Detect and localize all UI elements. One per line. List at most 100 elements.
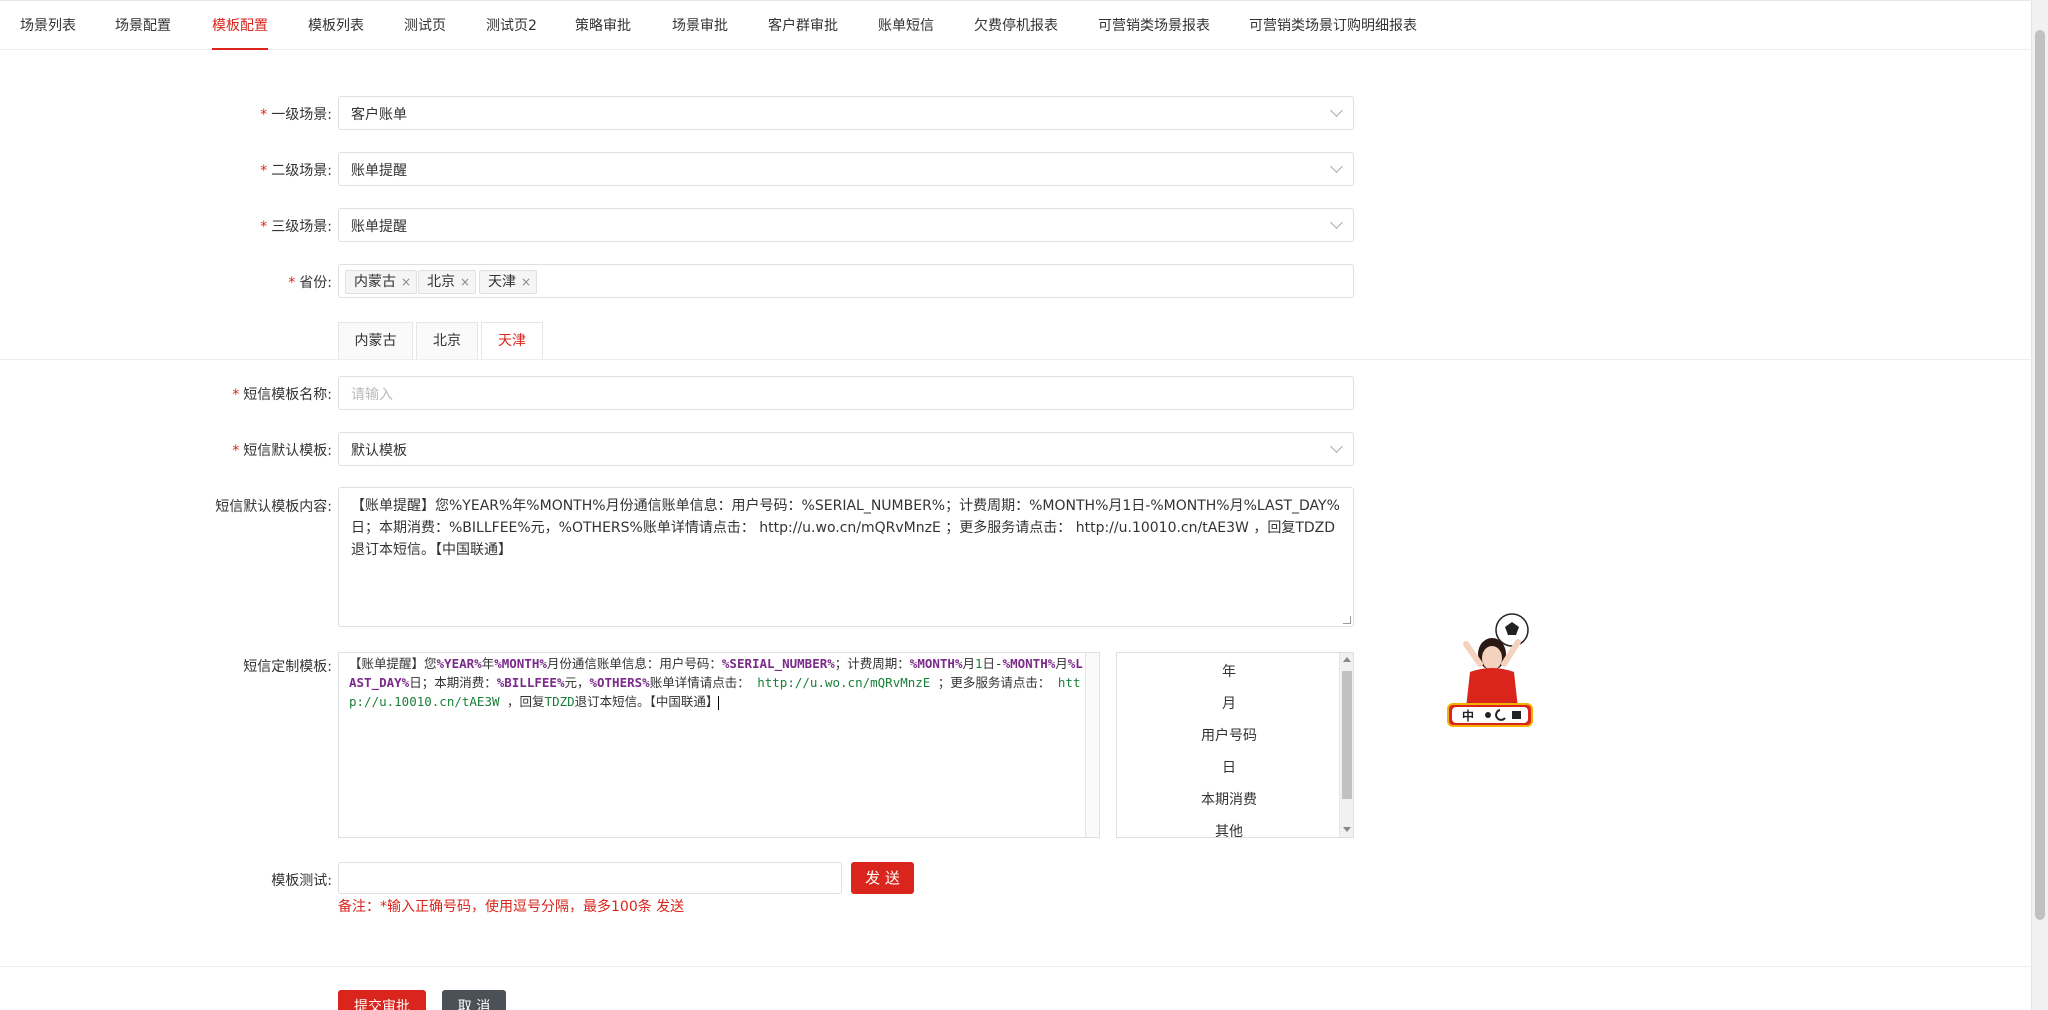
- close-icon[interactable]: ×: [460, 271, 470, 293]
- custom-template-label: 短信定制模板:: [243, 659, 332, 675]
- template-segment: ；计费周期：: [834, 656, 910, 671]
- close-icon[interactable]: ×: [521, 271, 531, 293]
- template-segment: 日；本期消费：: [409, 675, 497, 690]
- template-segment: ；更多服务请点击：: [930, 675, 1058, 690]
- sms-name-input[interactable]: 请输入: [338, 376, 1354, 410]
- tab-template-list[interactable]: 模板列表: [308, 15, 364, 35]
- tab-marketing-scene-report[interactable]: 可营销类场景报表: [1098, 15, 1210, 35]
- chevron-down-icon: [1330, 104, 1343, 117]
- province-tab-tianjin[interactable]: 天津: [481, 322, 543, 360]
- variable-list: 年 月 用户号码 日 本期消费 其他: [1116, 652, 1354, 838]
- chevron-down-icon: [1330, 440, 1343, 453]
- custom-template-editor[interactable]: 【账单提醒】您%YEAR%年%MONTH%月份通信账单信息：用户号码：%SERI…: [338, 652, 1100, 838]
- template-segment: http://u.wo.cn/mQRvMnzE: [757, 675, 931, 690]
- variable-item-month[interactable]: 月: [1117, 693, 1341, 713]
- test-phone-input[interactable]: [338, 862, 842, 894]
- page-scrollbar[interactable]: [2031, 0, 2048, 1010]
- province-multiselect[interactable]: 内蒙古 × 北京 × 天津 ×: [338, 264, 1354, 298]
- face: [1482, 646, 1502, 670]
- template-segment: %BILLFEE%: [496, 675, 565, 690]
- template-segment: %MONTH%: [494, 656, 547, 671]
- template-segment: %MONTH%: [909, 656, 963, 671]
- sms-name-placeholder: 请输入: [351, 387, 393, 403]
- resize-grip-icon[interactable]: [1343, 616, 1351, 624]
- tab-arrears-report[interactable]: 欠费停机报表: [974, 15, 1058, 35]
- tab-bill-sms[interactable]: 账单短信: [878, 15, 934, 35]
- tab-scene-config[interactable]: 场景配置: [115, 15, 171, 35]
- tab-test-page-2[interactable]: 测试页2: [486, 15, 537, 35]
- editor-scrollbar[interactable]: [1085, 653, 1099, 837]
- scene2-select[interactable]: 账单提醒: [338, 152, 1354, 186]
- template-segment: 年: [481, 656, 495, 671]
- sms-default-select[interactable]: 默认模板: [338, 432, 1354, 466]
- tab-customer-group-approval[interactable]: 客户群审批: [768, 15, 838, 35]
- sms-default-label: * 短信默认模板:: [232, 443, 332, 459]
- template-segment: 【账单提醒】您: [349, 656, 437, 671]
- province-tag: 北京 ×: [418, 270, 476, 294]
- text-cursor: [718, 695, 720, 710]
- scroll-up-icon[interactable]: [1343, 657, 1351, 662]
- template-segment: 月: [962, 656, 975, 671]
- active-tab-indicator: [212, 48, 268, 50]
- close-icon[interactable]: ×: [401, 271, 411, 293]
- test-note: 备注：*输入正确号码，使用逗号分隔，最多100条 发送: [338, 899, 685, 915]
- scene2-value: 账单提醒: [351, 163, 407, 179]
- template-segment: 元，: [564, 675, 590, 690]
- scroll-down-icon[interactable]: [1343, 827, 1351, 832]
- tab-scene-approval[interactable]: 场景审批: [672, 15, 728, 35]
- cancel-button[interactable]: 取 消: [442, 990, 506, 1010]
- province-tab-beijing[interactable]: 北京: [416, 322, 478, 360]
- variable-list-scrollbar-thumb[interactable]: [1342, 671, 1352, 799]
- scene2-label: * 二级场景:: [260, 163, 332, 179]
- tab-strategy-approval[interactable]: 策略审批: [575, 15, 631, 35]
- scene3-value: 账单提醒: [351, 219, 407, 235]
- red-jersey: [1466, 668, 1518, 708]
- scene3-label: * 三级场景:: [260, 219, 332, 235]
- svg-text:中: 中: [1462, 708, 1474, 723]
- chevron-down-icon: [1330, 216, 1343, 229]
- test-label: 模板测试:: [271, 873, 332, 889]
- template-segment: 日-: [982, 656, 1003, 671]
- province-label: * 省份:: [288, 275, 332, 291]
- tabs-divider: [0, 359, 2030, 360]
- template-segment: 1: [975, 656, 983, 671]
- top-nav: 场景列表 场景配置 模板配置 模板列表 测试页 测试页2 策略审批 场景审批 客…: [0, 0, 2030, 50]
- tab-marketing-order-report[interactable]: 可营销类场景订购明细报表: [1249, 15, 1417, 35]
- send-button[interactable]: 发 送: [851, 862, 914, 894]
- custom-template-text[interactable]: 【账单提醒】您%YEAR%年%MONTH%月份通信账单信息：用户号码：%SERI…: [349, 654, 1085, 711]
- scene1-value: 客户账单: [351, 107, 407, 123]
- tab-template-config[interactable]: 模板配置: [212, 15, 268, 35]
- template-segment: TDZD: [544, 694, 575, 709]
- mascot-sticker: 中: [1447, 613, 1533, 727]
- template-segment: 退订本短信。【中国联通】: [574, 694, 719, 709]
- variable-item-user-number[interactable]: 用户号码: [1117, 725, 1341, 745]
- submit-approval-button[interactable]: 提交审批: [338, 990, 426, 1010]
- tab-test-page[interactable]: 测试页: [404, 15, 446, 35]
- variable-item-others[interactable]: 其他: [1117, 821, 1341, 837]
- page-scrollbar-thumb[interactable]: [2035, 30, 2045, 920]
- template-segment: %SERIAL_NUMBER%: [721, 656, 835, 671]
- scene1-select[interactable]: 客户账单: [338, 96, 1354, 130]
- variable-item-year[interactable]: 年: [1117, 661, 1341, 681]
- province-tab-neimenggu[interactable]: 内蒙古: [338, 322, 413, 360]
- scene1-label: * 一级场景:: [260, 107, 332, 123]
- template-segment: %OTHERS%: [589, 675, 650, 690]
- sms-default-content-label: 短信默认模板内容:: [215, 499, 332, 515]
- template-segment: ，回复: [499, 694, 545, 709]
- template-segment: 月: [1055, 656, 1068, 671]
- province-tag: 内蒙古 ×: [345, 270, 417, 294]
- template-segment: 月份通信账单信息：用户号码：: [546, 656, 722, 671]
- province-tag: 天津 ×: [479, 270, 537, 294]
- sms-default-value: 默认模板: [351, 443, 407, 459]
- chevron-down-icon: [1330, 160, 1343, 173]
- variable-item-bill-fee[interactable]: 本期消费: [1117, 789, 1341, 809]
- sms-name-label: * 短信模板名称:: [232, 387, 332, 403]
- scene3-select[interactable]: 账单提醒: [338, 208, 1354, 242]
- footer-divider: [0, 966, 2030, 967]
- sms-default-content-textarea[interactable]: 【账单提醒】您%YEAR%年%MONTH%月份通信账单信息：用户号码：%SERI…: [338, 487, 1354, 627]
- variable-list-scrollbar[interactable]: [1339, 653, 1353, 837]
- template-segment: %YEAR%: [436, 656, 482, 671]
- tab-scene-list[interactable]: 场景列表: [20, 15, 76, 35]
- template-segment: 账单详情请点击：: [649, 675, 758, 690]
- variable-item-day[interactable]: 日: [1117, 757, 1341, 777]
